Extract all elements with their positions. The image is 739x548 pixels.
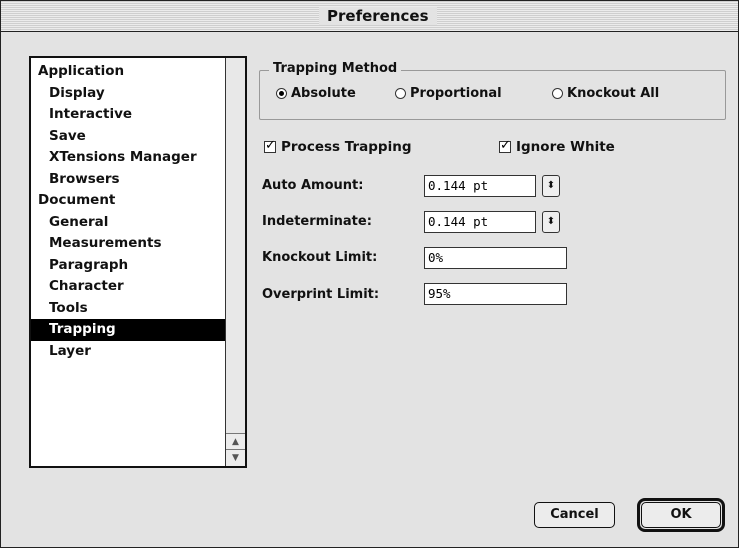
sidebar-item-save[interactable]: Save (31, 126, 225, 148)
indeterminate-label: Indeterminate: (262, 214, 372, 229)
ok-button[interactable]: OK (641, 502, 721, 528)
sidebar-item-paragraph[interactable]: Paragraph (31, 255, 225, 277)
radio-button-icon[interactable] (276, 88, 287, 99)
checkbox-icon[interactable] (264, 138, 276, 153)
sidebar-item-application[interactable]: Application (31, 61, 225, 83)
radio-proportional-label: Proportional (410, 86, 502, 101)
sidebar-item-measurements[interactable]: Measurements (31, 233, 225, 255)
radio-absolute[interactable]: Absolute (276, 86, 356, 101)
title-bar[interactable]: Preferences (1, 1, 738, 32)
sidebar-item-xtensions-manager[interactable]: XTensions Manager (31, 147, 225, 169)
radio-button-icon[interactable] (395, 88, 406, 99)
preferences-window: Preferences Application Display Interactiv… (0, 0, 739, 548)
sidebar-item-interactive[interactable]: Interactive (31, 104, 225, 126)
window-title: Preferences (319, 7, 437, 25)
sidebar-item-character[interactable]: Character (31, 276, 225, 298)
preferences-category-list[interactable]: Application Display Interactive Save XTensio… (29, 56, 247, 468)
radio-button-icon[interactable] (552, 88, 563, 99)
sidebar-item-general[interactable]: General (31, 212, 225, 234)
overprint-limit-label: Overprint Limit: (262, 287, 380, 302)
sidebar-item-tools[interactable]: Tools (31, 298, 225, 320)
auto-amount-field[interactable]: 0.144 pt (424, 175, 536, 197)
trapping-method-label: Trapping Method (269, 60, 402, 78)
process-trapping-label: Process Trapping (281, 139, 412, 155)
radio-absolute-label: Absolute (291, 86, 356, 101)
ignore-white-checkbox[interactable]: Ignore White (499, 138, 615, 155)
sidebar-item-layer[interactable]: Layer (31, 341, 225, 363)
radio-knockout-all-label: Knockout All (567, 86, 660, 101)
indeterminate-popup-arrows-icon[interactable]: ⬍ (542, 211, 560, 233)
overprint-limit-field[interactable]: 95% (424, 283, 567, 305)
cancel-button[interactable]: Cancel (534, 502, 615, 528)
knockout-limit-field[interactable]: 0% (424, 247, 567, 269)
sidebar-item-trapping[interactable]: Trapping (31, 319, 225, 341)
radio-knockout-all[interactable]: Knockout All (552, 86, 659, 101)
scroll-up-arrow-icon[interactable]: ▲ (226, 433, 245, 450)
vertical-scrollbar[interactable]: ▲ ▼ (225, 58, 245, 466)
checkbox-icon[interactable] (499, 138, 511, 153)
radio-proportional[interactable]: Proportional (395, 86, 502, 101)
category-items: Application Display Interactive Save XTensio… (31, 61, 225, 362)
auto-amount-popup-arrows-icon[interactable]: ⬍ (542, 175, 560, 197)
knockout-limit-label: Knockout Limit: (262, 250, 378, 265)
sidebar-item-browsers[interactable]: Browsers (31, 169, 225, 191)
sidebar-item-display[interactable]: Display (31, 83, 225, 105)
ignore-white-label: Ignore White (516, 139, 615, 155)
scroll-down-arrow-icon[interactable]: ▼ (226, 449, 245, 466)
process-trapping-checkbox[interactable]: Process Trapping (264, 138, 412, 155)
sidebar-item-document[interactable]: Document (31, 190, 225, 212)
indeterminate-field[interactable]: 0.144 pt (424, 211, 536, 233)
auto-amount-label: Auto Amount: (262, 178, 364, 193)
